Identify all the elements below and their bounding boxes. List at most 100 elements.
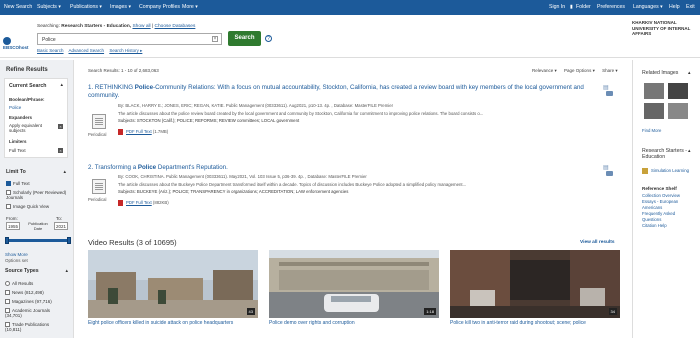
limit-image-quick-view[interactable]: Image Quick View bbox=[6, 204, 49, 210]
video-duration: 34 bbox=[608, 308, 617, 315]
date-slider-handle-right[interactable] bbox=[67, 237, 71, 244]
related-image[interactable] bbox=[668, 103, 688, 119]
source-label: Academic Journals (34,701) bbox=[5, 308, 51, 319]
reference-shelf-heading: Reference Shelf bbox=[642, 186, 677, 191]
limit-scholarly-label: Scholarly (Peer Reviewed) Journals bbox=[6, 190, 67, 201]
date-slider-track[interactable] bbox=[6, 239, 70, 242]
limit-full-text[interactable]: Full Text bbox=[6, 181, 30, 187]
basic-search-link[interactable]: Basic Search bbox=[37, 48, 64, 53]
result-subjects: Subjects: BUCKEYE (Ariz.); POLICE; TRANS… bbox=[118, 189, 349, 194]
folder-icon[interactable]: ▮ bbox=[570, 4, 573, 10]
result-title-highlight: Police bbox=[137, 164, 157, 171]
find-more-link[interactable]: Find More bbox=[642, 128, 661, 134]
video-caption[interactable]: Eight police officers killed in suicide … bbox=[88, 320, 233, 326]
sort-relevance-dropdown[interactable]: Relevance ▾ bbox=[532, 68, 557, 73]
shelf-essays[interactable]: Essays - European Americans bbox=[642, 199, 692, 210]
shelf-faq[interactable]: Frequently Asked Questions bbox=[642, 211, 692, 222]
nav-publications[interactable]: Publications ▾ bbox=[70, 4, 102, 10]
video-thumbnail[interactable]: 34 bbox=[450, 250, 620, 318]
limit-full-text-label: Full Text bbox=[13, 181, 30, 186]
pdf-full-text[interactable]: PDF Full Text (1.7MB) bbox=[118, 128, 518, 135]
simulation-learning-link[interactable]: Simulation Learning bbox=[651, 168, 689, 174]
limit-scholarly[interactable]: Scholarly (Peer Reviewed) Journals bbox=[6, 190, 68, 200]
collapse-icon[interactable]: ▴ bbox=[65, 268, 68, 274]
date-slider-handle-left[interactable] bbox=[5, 237, 9, 244]
result-title[interactable]: 2. Transforming a Police Department's Re… bbox=[88, 164, 618, 172]
remove-limiter-icon[interactable]: × bbox=[58, 148, 63, 153]
limit-to-heading[interactable]: Limit To bbox=[6, 169, 26, 175]
limiters-label: Limiters bbox=[9, 139, 27, 144]
results-count: Search Results: 1 - 10 of 2,683,063 bbox=[88, 68, 159, 73]
nav-more[interactable]: More ▾ bbox=[182, 4, 198, 10]
show-all-link[interactable]: Show all bbox=[132, 24, 150, 29]
periodical-icon[interactable] bbox=[92, 114, 106, 129]
result-number: 1. bbox=[88, 84, 94, 91]
source-types-heading[interactable]: Source Types bbox=[5, 268, 39, 274]
pdf-full-text-link[interactable]: PDF Full Text bbox=[126, 129, 152, 134]
nav-new-search[interactable]: New Search bbox=[4, 4, 32, 10]
current-search-heading[interactable]: Current Search bbox=[9, 83, 46, 89]
related-image[interactable] bbox=[644, 103, 664, 119]
ebsco-logo[interactable]: EBSCOhost bbox=[3, 37, 33, 50]
checkbox[interactable] bbox=[5, 299, 10, 305]
choose-databases-link[interactable]: Choose Databases bbox=[155, 24, 196, 29]
options-set-link[interactable]: Options set bbox=[5, 258, 28, 263]
video-caption[interactable]: Police kill two in anti-terror raid duri… bbox=[450, 320, 586, 326]
periodical-icon[interactable] bbox=[92, 179, 106, 194]
result-body: By: COOK, CHRISTINA. Public Management (… bbox=[118, 174, 518, 206]
nav-exit[interactable]: Exit bbox=[686, 4, 695, 10]
source-all-results[interactable]: All Results bbox=[5, 281, 33, 287]
share-dropdown[interactable]: Share ▾ bbox=[602, 68, 618, 73]
pdf-size: (1.7MB) bbox=[152, 128, 169, 134]
collapse-icon[interactable]: ▴ bbox=[688, 148, 691, 154]
source-news[interactable]: News (812,498) bbox=[5, 290, 44, 296]
video-thumbnail[interactable]: 1:18 bbox=[269, 250, 439, 318]
nav-languages[interactable]: Languages ▾ bbox=[633, 4, 663, 10]
ebsco-logo-icon bbox=[3, 37, 11, 45]
advanced-search-link[interactable]: Advanced Search bbox=[69, 48, 105, 53]
nav-company-profiles[interactable]: Company Profiles bbox=[139, 4, 180, 10]
nav-help[interactable]: Help bbox=[669, 4, 680, 10]
clear-search-icon[interactable]: × bbox=[212, 36, 218, 42]
view-all-results-link[interactable]: View all results bbox=[580, 240, 615, 245]
collapse-icon[interactable]: ▴ bbox=[60, 82, 63, 88]
result-type: Periodical bbox=[88, 132, 107, 137]
nav-subjects[interactable]: Subjects ▾ bbox=[37, 4, 61, 10]
help-icon[interactable]: ? bbox=[265, 35, 272, 42]
checkbox[interactable] bbox=[6, 204, 11, 210]
pdf-full-text[interactable]: PDF Full Text (882KB) bbox=[118, 199, 518, 206]
shelf-collection-overview[interactable]: Collection Overview bbox=[642, 193, 680, 199]
nav-preferences[interactable]: Preferences bbox=[597, 4, 625, 10]
search-input[interactable]: Police × bbox=[37, 33, 222, 45]
current-search-box: Current Search ▴ Boolean/Phrase: Police … bbox=[4, 78, 68, 158]
nav-sign-in[interactable]: Sign In bbox=[549, 4, 565, 10]
nav-images[interactable]: Images ▾ bbox=[110, 4, 131, 10]
checkbox[interactable] bbox=[5, 281, 10, 287]
checkbox-checked[interactable] bbox=[6, 181, 11, 187]
add-to-folder-icon[interactable] bbox=[606, 171, 613, 176]
related-image[interactable] bbox=[644, 83, 664, 99]
page-options-dropdown[interactable]: Page Options ▾ bbox=[564, 68, 595, 73]
collapse-icon[interactable]: ▴ bbox=[688, 70, 691, 76]
collapse-icon[interactable]: ▴ bbox=[63, 169, 66, 175]
result-title[interactable]: 1. RETHINKING Police-Community Relations… bbox=[88, 84, 588, 99]
video-caption[interactable]: Police demo over rights and corruption bbox=[269, 320, 355, 326]
boolean-phrase-value: Police bbox=[9, 105, 22, 110]
from-year-input[interactable]: 1955 bbox=[6, 222, 20, 230]
source-trade[interactable]: Trade Publications (10,811) bbox=[5, 322, 55, 332]
remove-expander-icon[interactable]: × bbox=[58, 124, 63, 129]
search-history-link[interactable]: Search History ▸ bbox=[109, 48, 142, 53]
video-thumbnail[interactable]: 43 bbox=[88, 250, 258, 318]
search-button[interactable]: Search bbox=[228, 31, 261, 46]
show-more-link[interactable]: Show More bbox=[5, 252, 28, 257]
source-academic[interactable]: Academic Journals (34,701) bbox=[5, 308, 55, 318]
pdf-full-text-link[interactable]: PDF Full Text bbox=[126, 200, 152, 205]
source-magazines[interactable]: Magazines (97,716) bbox=[5, 299, 52, 305]
checkbox[interactable] bbox=[5, 290, 10, 296]
nav-folder[interactable]: Folder bbox=[576, 4, 591, 10]
result-title-pre: Transforming a bbox=[94, 164, 138, 171]
add-to-folder-icon[interactable] bbox=[606, 91, 613, 96]
to-year-input[interactable]: 2021 bbox=[54, 222, 68, 230]
shelf-citation-help[interactable]: Citation Help bbox=[642, 223, 667, 229]
related-image[interactable] bbox=[668, 83, 688, 99]
